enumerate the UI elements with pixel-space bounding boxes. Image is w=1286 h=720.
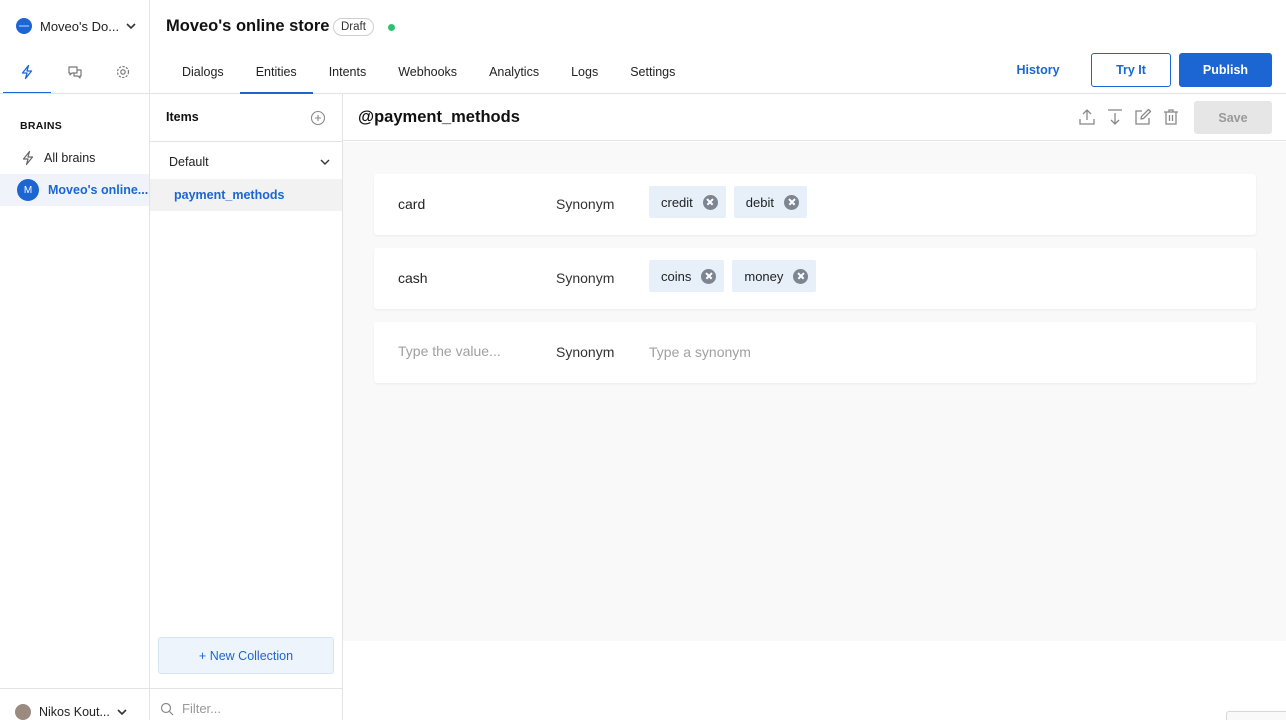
values-canvas: card Synonym credit debit cash Synonym c… bbox=[343, 142, 1286, 641]
chat-bubbles-icon bbox=[68, 66, 82, 79]
remove-chip-icon[interactable] bbox=[793, 268, 809, 284]
value-name[interactable]: cash bbox=[398, 270, 428, 286]
search-icon bbox=[160, 702, 174, 715]
lightning-icon bbox=[21, 64, 33, 80]
entity-title: @payment_methods bbox=[358, 108, 520, 126]
add-circle-icon[interactable] bbox=[310, 110, 326, 126]
brain-avatar: M bbox=[17, 179, 39, 201]
entity-value-row: card Synonym credit debit bbox=[374, 174, 1256, 235]
sidebar-tabs bbox=[3, 52, 147, 94]
synonym-text: credit bbox=[661, 194, 693, 210]
synonym-input[interactable] bbox=[649, 344, 949, 360]
synonym-chip: debit bbox=[733, 186, 807, 218]
tab-intents[interactable]: Intents bbox=[313, 52, 383, 94]
status-badge: Draft bbox=[333, 18, 374, 36]
tab-logs[interactable]: Logs bbox=[555, 52, 614, 94]
divider bbox=[0, 93, 150, 94]
synonym-list: credit debit bbox=[649, 186, 815, 218]
trash-icon[interactable] bbox=[1161, 107, 1181, 127]
status-dot-icon bbox=[388, 24, 395, 31]
upload-icon[interactable] bbox=[1077, 107, 1097, 127]
workspace-name: Moveo's Do... bbox=[40, 18, 120, 34]
tab-conversations[interactable] bbox=[51, 52, 99, 94]
tab-brains[interactable] bbox=[3, 52, 51, 94]
value-type-label[interactable]: Synonym bbox=[556, 196, 614, 212]
synonym-text: debit bbox=[745, 194, 774, 210]
new-collection-button[interactable]: + New Collection bbox=[158, 637, 334, 674]
edit-icon[interactable] bbox=[1133, 107, 1153, 127]
divider bbox=[150, 688, 342, 689]
synonym-chip: money bbox=[732, 260, 817, 292]
sidebar-item-active-brain[interactable]: M Moveo's online... bbox=[0, 174, 149, 206]
chevron-down-icon bbox=[320, 159, 330, 165]
sidebar-item-label: All brains bbox=[44, 151, 96, 165]
synonym-chip: coins bbox=[649, 260, 725, 292]
entity-editor: @payment_methods Save card Synonym credi… bbox=[343, 94, 1286, 720]
remove-chip-icon[interactable] bbox=[701, 268, 717, 284]
user-menu[interactable]: Nikos Kout... bbox=[15, 704, 128, 720]
collection-name: Default bbox=[169, 155, 209, 169]
download-icon[interactable] bbox=[1105, 107, 1125, 127]
value-type-label[interactable]: Synonym bbox=[556, 344, 614, 360]
sidebar-item-all-brains[interactable]: All brains bbox=[0, 142, 149, 174]
chevron-down-icon bbox=[117, 709, 127, 716]
tab-entities[interactable]: Entities bbox=[239, 52, 313, 94]
tab-analytics[interactable]: Analytics bbox=[473, 52, 555, 94]
entity-header: @payment_methods Save bbox=[343, 94, 1286, 141]
tab-dialogs[interactable]: Dialogs bbox=[166, 52, 240, 94]
gear-icon bbox=[116, 65, 130, 79]
items-panel: Items Default payment_methods + New Coll… bbox=[150, 94, 343, 720]
tab-webhooks[interactable]: Webhooks bbox=[382, 52, 473, 94]
tab-settings[interactable]: Settings bbox=[614, 52, 691, 94]
value-name[interactable]: card bbox=[398, 196, 425, 212]
value-type-label[interactable]: Synonym bbox=[556, 270, 614, 286]
try-it-button[interactable]: Try It bbox=[1091, 53, 1171, 87]
brains-section-title: BRAINS bbox=[20, 120, 63, 132]
list-item-entity[interactable]: payment_methods bbox=[150, 179, 342, 211]
collection-row[interactable]: Default bbox=[150, 146, 342, 178]
divider bbox=[0, 688, 150, 689]
synonym-list: coins money bbox=[649, 260, 824, 292]
lightning-icon bbox=[22, 150, 34, 166]
remove-chip-icon[interactable] bbox=[784, 194, 799, 210]
entity-value-row: cash Synonym coins money bbox=[374, 248, 1256, 309]
user-name: Nikos Kout... bbox=[39, 705, 110, 719]
avatar bbox=[15, 704, 31, 720]
main-nav: Dialogs Entities Intents Webhooks Analyt… bbox=[166, 52, 691, 94]
sidebar-item-label: Moveo's online... bbox=[48, 183, 149, 197]
items-header: Items bbox=[150, 94, 342, 142]
synonym-chip: credit bbox=[649, 186, 726, 218]
workspace-logo-icon bbox=[16, 18, 32, 34]
page-title: Moveo's online store bbox=[166, 17, 330, 35]
save-button[interactable]: Save bbox=[1194, 101, 1272, 134]
recaptcha-badge bbox=[1226, 711, 1286, 720]
publish-button[interactable]: Publish bbox=[1179, 53, 1272, 87]
tab-settings-sidebar[interactable] bbox=[99, 52, 147, 94]
top-header: Moveo's online store Draft Dialogs Entit… bbox=[150, 0, 1286, 94]
chevron-down-icon bbox=[126, 23, 136, 30]
value-input[interactable] bbox=[398, 343, 528, 359]
items-title: Items bbox=[166, 110, 199, 124]
filter-box bbox=[160, 701, 332, 716]
filter-input[interactable] bbox=[182, 701, 332, 716]
history-button[interactable]: History bbox=[1005, 53, 1071, 87]
synonym-text: coins bbox=[661, 268, 692, 284]
synonym-text: money bbox=[744, 268, 784, 284]
workspace-switcher[interactable]: Moveo's Do... bbox=[16, 16, 137, 36]
left-sidebar: Moveo's Do... BRAINS All brains M Moveo'… bbox=[0, 0, 150, 720]
remove-chip-icon[interactable] bbox=[702, 194, 718, 210]
new-value-row: Synonym bbox=[374, 322, 1256, 383]
